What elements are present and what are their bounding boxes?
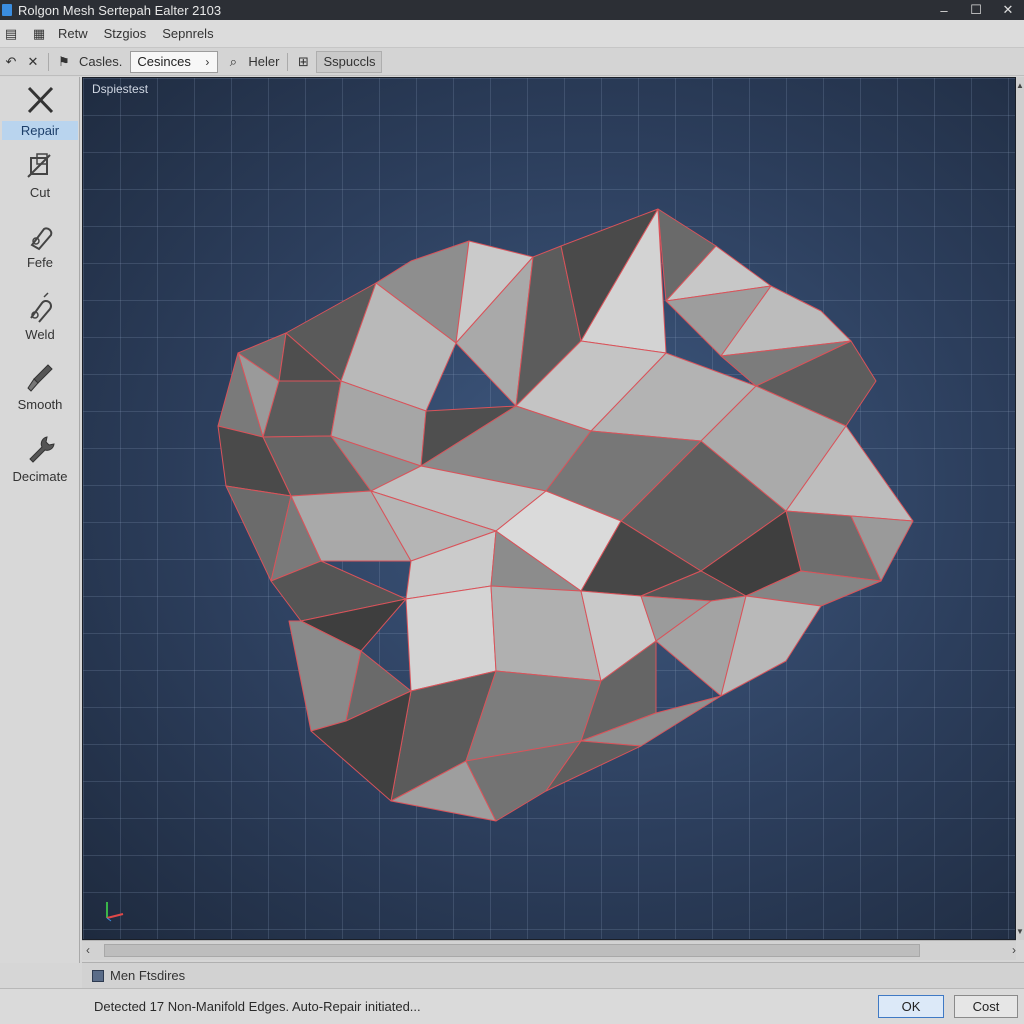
properties-icon[interactable] xyxy=(92,969,104,982)
menu-item-stzgios[interactable]: Stzgios xyxy=(96,26,155,41)
scroll-up-icon[interactable]: ▲ xyxy=(1016,81,1024,90)
tool-decimate[interactable]: Decimate xyxy=(0,433,80,497)
close-button[interactable]: ✕ xyxy=(992,0,1024,20)
vertical-scrollbar[interactable]: ▲ ▼ xyxy=(1016,77,1024,940)
scroll-left-icon[interactable]: ‹ xyxy=(86,943,90,957)
maximize-button[interactable]: ☐ xyxy=(960,0,992,20)
tool-smooth[interactable]: Smooth xyxy=(0,361,80,425)
status-message: Detected 17 Non-Manifold Edges. Auto-Rep… xyxy=(94,999,421,1014)
minimize-button[interactable]: – xyxy=(928,0,960,20)
chevron-right-icon: › xyxy=(205,54,210,69)
repair-cross-icon xyxy=(27,86,54,114)
grid-icon[interactable]: ⊞ xyxy=(292,54,314,70)
window-title: Rolgon Mesh Sertepah Ealter 2103 xyxy=(18,2,222,18)
cases-label: Casles. xyxy=(79,54,123,69)
decimate-wrench-icon xyxy=(29,436,55,463)
specials-button[interactable]: Sspuccls xyxy=(316,50,383,73)
tool-weld[interactable]: Weld xyxy=(0,291,80,355)
tool-label: Weld xyxy=(25,327,55,342)
properties-strip: Men Ftsdires xyxy=(82,962,1024,988)
scroll-down-icon[interactable]: ▼ xyxy=(1016,927,1024,936)
polygon-mesh[interactable] xyxy=(83,78,1016,940)
search-icon[interactable]: ⌕ xyxy=(222,54,244,70)
weld-icon xyxy=(30,292,52,323)
scroll-thumb[interactable] xyxy=(104,944,920,957)
properties-label: Men Ftsdires xyxy=(110,968,186,983)
window-controls: – ☐ ✕ xyxy=(928,0,1024,20)
flag-icon[interactable]: ⚑ xyxy=(53,54,75,70)
smooth-brush-icon xyxy=(27,364,53,392)
cut-icon xyxy=(27,153,51,178)
ok-button[interactable]: OK xyxy=(878,995,944,1018)
tool-fefe[interactable]: Fefe xyxy=(0,219,80,283)
cancel-button[interactable]: Cost xyxy=(954,995,1018,1018)
cases-dropdown-value: Cesinces xyxy=(137,54,191,69)
tool-panel: Repair Cut Fefe Weld Smooth Decimate xyxy=(0,77,80,963)
cases-dropdown[interactable]: Cesinces › xyxy=(130,50,219,73)
toolbar-separator xyxy=(287,52,289,71)
menu-item-sepnrels[interactable]: Sepnrels xyxy=(154,26,221,41)
tool-cut[interactable]: Cut xyxy=(0,149,80,213)
tool-label: Cut xyxy=(29,185,51,200)
3d-viewport[interactable]: Dspiestest xyxy=(82,77,1016,940)
file-icon[interactable]: ▤ xyxy=(0,26,22,42)
tool-label: Decimate xyxy=(12,469,68,484)
app-icon xyxy=(2,4,12,16)
tool-label: Repair xyxy=(2,121,78,140)
toolbar: ↶ ✕ ⚑ Casles. Cesinces › ⌕ Heler ⊞ Sspuc… xyxy=(0,48,1024,76)
fefe-icon xyxy=(30,227,53,251)
close-x-icon[interactable]: ✕ xyxy=(22,54,44,70)
scroll-right-icon[interactable]: › xyxy=(1012,943,1016,957)
axis-gizmo xyxy=(106,902,124,922)
menu-bar: ▤ ▦ Retw Stzgios Sepnrels xyxy=(0,20,1024,48)
tool-label: Smooth xyxy=(17,397,63,412)
status-bar: Detected 17 Non-Manifold Edges. Auto-Rep… xyxy=(0,988,1024,1024)
title-bar: Rolgon Mesh Sertepah Ealter 2103 – ☐ ✕ xyxy=(0,0,1024,20)
save-icon[interactable]: ▦ xyxy=(28,26,50,42)
undo-icon[interactable]: ↶ xyxy=(0,54,22,70)
helper-button[interactable]: Heler xyxy=(244,54,283,69)
menu-item-retw[interactable]: Retw xyxy=(50,26,96,41)
tool-label: Fefe xyxy=(26,255,53,270)
toolbar-separator xyxy=(48,52,49,71)
tool-repair[interactable]: Repair xyxy=(0,83,80,147)
horizontal-scrollbar[interactable]: ‹ › xyxy=(82,940,1016,960)
